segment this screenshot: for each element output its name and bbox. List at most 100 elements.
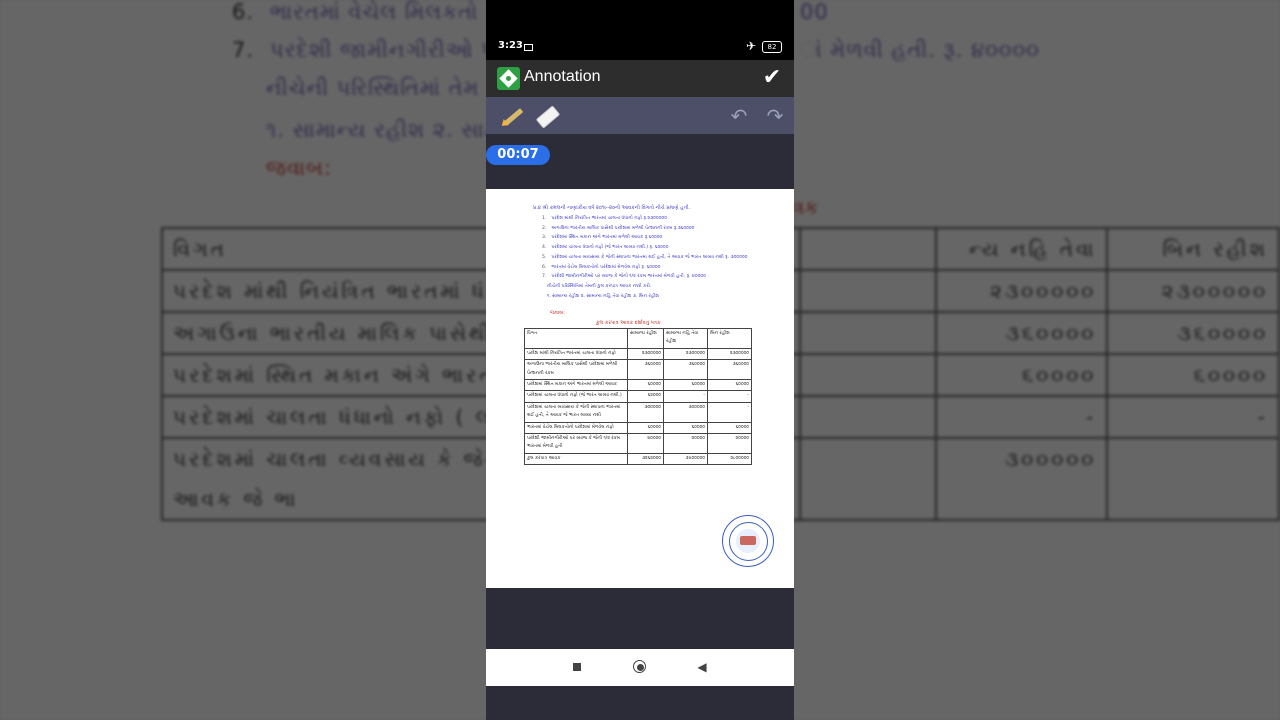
table-cell: ૨૩૦૦૦૦૦ xyxy=(663,347,708,361)
table-cell: ૩૫૦૦૦૦૦ xyxy=(663,452,708,466)
list-item: 1. પરદેશ માંથી નિયંત્રિત ભારતમાં ચાલતા ધં… xyxy=(542,216,667,221)
table-row: ભારતમાં વેચેલ મિલકતોનો પરદેશમાં મેળવેલ ન… xyxy=(524,421,752,435)
list-item: 2. અગાઉના ભારતીય માલિક પાસેથી પરદેશમાં મળ… xyxy=(542,225,695,231)
table-row: પરદેશમાં સ્થિત મકાન અંગે ભારતમાં મળેલી આ… xyxy=(524,379,752,392)
bg-stamp: ત્રક xyxy=(792,195,819,219)
table-cell xyxy=(798,269,937,313)
table-cell: પરદેશ માંથી નિયંત્રિત ભારતમાં ચાલતા ધંધા… xyxy=(524,347,628,361)
home-icon[interactable] xyxy=(633,660,647,674)
system-nav-bar: ◀ xyxy=(486,649,794,686)
document-page[interactable]: પ્ર.૪ શ્રી કમલની નાણાંકીય વર્ષ ૨૦૧૯-૨૦ની… xyxy=(486,189,794,588)
eraser-icon[interactable] xyxy=(534,103,561,129)
table-cell: ૨૮૦૦૦૦૦ xyxy=(707,452,752,466)
annotation-toolbar: ↶ ↷ xyxy=(486,97,794,134)
check-icon[interactable]: ✔ xyxy=(760,64,784,92)
airplane-mode-icon: ✈ xyxy=(746,39,757,53)
table-row: પરદેશી જામીનગીરીઓ પર વ્યાજ કે જેની ૧/૨ ર… xyxy=(524,433,752,454)
table-cell: ૪૦૦૦૦ xyxy=(627,433,664,454)
table-row: પરદેશમાં ચાલતા વ્યવસાય કે જેની સ્થાપના ભ… xyxy=(524,401,752,423)
table-cell: ૨૦૦૦૦ xyxy=(707,433,752,454)
table-header-cell: વિગત xyxy=(524,328,628,349)
table-cell: ૬૦૦૦૦ xyxy=(707,379,752,392)
college-seal-image xyxy=(722,515,774,567)
table-cell: ૩૦૦૦૦૦ xyxy=(627,401,664,423)
table-title: કુલ કરપાત્ર આવક દર્શાવતું પત્રક xyxy=(596,320,661,326)
annotation-app-logo xyxy=(497,67,520,90)
table-cell: પરદેશમાં ચાલતા ધંધાનો નફો (જે ભારત લાવ્ય… xyxy=(524,390,628,403)
table-row: પરદેશ માંથી નિયંત્રિત ભારતમાં ચાલતા ધંધા… xyxy=(524,347,752,361)
table-cell xyxy=(798,353,937,397)
table-cell: ૨૦૦૦૦ xyxy=(663,433,708,454)
table-cell: ૬૨૦૦૦ xyxy=(627,390,664,403)
question-heading: પ્ર.૪ શ્રી કમલની નાણાંકીય વર્ષ ૨૦૧૯-૨૦ની… xyxy=(533,205,691,211)
bg-line-9: ૧. સામાન્ય રહીશ ૨. સામ xyxy=(266,118,501,142)
table-cell: ૩૬૦૦૦૦ xyxy=(707,359,752,381)
table-cell: પરદેશમાં સ્થિત મકાન અંગે ભારતમાં મળેલી આ… xyxy=(524,379,628,392)
table-cell: કુલ કરપાત્ર આવક xyxy=(524,452,628,466)
table-header-row: વિગત સામાન્ય રહીશ સામાન્ય નહિ તેવા રહીશ … xyxy=(524,328,752,349)
bg-answer-label: જવાબ: xyxy=(266,156,333,180)
table-cell: ૬૦૦૦૦ xyxy=(663,379,708,392)
list-item: 6. ભારતમાં વેચેલ મિલકતોનો પરદેશમાં મેળવેલ… xyxy=(542,264,661,270)
income-table: વિગત સામાન્ય રહીશ સામાન્ય નહિ તેવા રહીશ … xyxy=(524,328,752,466)
table-cell: ભારતમાં વેચેલ મિલકતોનો પરદેશમાં મેળવેલ ન… xyxy=(524,421,628,435)
table-cell: ૨૩૦૦૦૦૦ xyxy=(934,269,1109,313)
app-bar: Annotation ✔ xyxy=(486,60,794,97)
table-cell: પરદેશી જામીનગીરીઓ પર વ્યાજ કે જેની ૧/૨ ર… xyxy=(524,433,628,454)
table-cell xyxy=(798,227,937,271)
table-cell: ૩૬૦૦૦૦ xyxy=(627,359,664,381)
table-cell: ૩૦૦૦૦૦ xyxy=(934,437,1109,521)
table-row: પરદેશમાં ચાલતા ધંધાનો નફો (જે ભારત લાવ્ય… xyxy=(524,390,752,403)
table-cell: - xyxy=(707,390,752,403)
table-header-cell: બિન રહીશ xyxy=(707,328,752,349)
table-cell: - xyxy=(707,401,752,423)
screen-record-icon xyxy=(524,44,533,51)
table-cell: પરદેશમાં ચાલતા વ્યવસાય કે જેની સ્થાપના ભ… xyxy=(524,401,628,423)
table-cell: ૨૩૦૦૦૦૦ xyxy=(1106,269,1280,313)
table-cell: ૩૦૦૦૦૦ xyxy=(663,401,708,423)
bg-line-7: 7. પરદેશી જામીનગીરીઓ પ xyxy=(232,38,496,62)
table-cell: બિન રહીશ xyxy=(1106,227,1280,271)
list-item: 3. પરદેશમાં સ્થિત મકાન અંગે ભારતમાં મળેલી… xyxy=(542,235,663,241)
app-title: Annotation xyxy=(524,68,601,85)
recents-icon[interactable] xyxy=(570,660,584,674)
undo-icon[interactable]: ↶ xyxy=(726,103,752,129)
table-cell: ૩૨૬૨૦૦૦ xyxy=(627,452,664,466)
table-header-cell: સામાન્ય રહીશ xyxy=(627,328,664,349)
list-item: નીચેની પરિસ્થિતિમાં તેમની કુલ કરપાત્ર આવ… xyxy=(547,283,652,289)
back-icon[interactable]: ◀ xyxy=(695,660,709,674)
answer-label: જવાબ: xyxy=(550,310,565,316)
table-row: અગાઉના ભારતીય માલિક પાસેથી પરદેશમાં મળેલ… xyxy=(524,359,752,381)
list-item: 7. પરદેશી જામીનગીરીઓ પર વ્યાજ કે જેનો ૧/૨… xyxy=(542,274,706,280)
highlighter-icon[interactable] xyxy=(499,103,526,129)
bg-line-8: નીચેની પરિસ્થિતિમાં તેમ xyxy=(266,76,480,100)
table-cell: ૬૦૦૦૦ xyxy=(934,353,1109,397)
list-item: ૧. સામાન્ય રહીશ ૨. સામાન્ય નહિ તેવા રહીશ… xyxy=(547,293,659,299)
status-bar: 3:23 ✈ 82 xyxy=(486,33,794,60)
redo-icon[interactable]: ↷ xyxy=(762,103,788,129)
table-cell: ૬૦૦૦૦ xyxy=(663,421,708,435)
table-header-cell: સામાન્ય નહિ તેવા રહીશ xyxy=(663,328,708,349)
table-cell: ૩૬૦૦૦૦ xyxy=(1106,311,1280,355)
status-time: 3:23 xyxy=(498,40,523,51)
table-cell: ૨૩૦૦૦૦૦ xyxy=(627,347,664,361)
table-cell: - xyxy=(1106,395,1280,439)
table-cell: ૩૬૦૦૦૦ xyxy=(663,359,708,381)
table-cell: ૬૦૦૦૦ xyxy=(1106,353,1280,397)
table-cell: ન્ય નહિ તેવા xyxy=(934,227,1109,271)
list-item: 5. પરદેશમાં ચાલતા વ્યવસાય કે જેની સ્થાપના… xyxy=(542,254,748,260)
letterbox-top xyxy=(486,0,794,33)
table-cell xyxy=(1106,437,1280,521)
table-cell: ૬૦૦૦૦ xyxy=(627,421,664,435)
table-cell: અગાઉના ભારતીય માલિક પાસેથી પરદેશમાં મળેલ… xyxy=(524,359,628,381)
phone-screen: 3:23 ✈ 82 Annotation ✔ ↶ ↷ 00:07 પ્ર.૪ શ… xyxy=(486,0,794,720)
table-cell: ૬૦૦૦૦ xyxy=(707,421,752,435)
list-item: 4. પરદેશમાં ચાલતા ધંધાનો નફો (જે ભારત લાવ… xyxy=(542,245,669,251)
question-items: 1. પરદેશ માંથી નિયંત્રિત ભારતમાં ચાલતા ધં… xyxy=(542,214,752,301)
table-cell: ૨૩૦૦૦૦૦ xyxy=(707,347,752,361)
table-cell xyxy=(798,437,937,521)
battery-icon: 82 xyxy=(762,41,782,53)
bg-line-6: 6. ભારતમાં વેચેલ મિલકતો xyxy=(232,0,479,24)
bg-fragment-1: 00 xyxy=(800,0,829,24)
table-total-row: કુલ કરપાત્ર આવક ૩૨૬૨૦૦૦ ૩૫૦૦૦૦૦ ૨૮૦૦૦૦૦ xyxy=(524,452,752,466)
